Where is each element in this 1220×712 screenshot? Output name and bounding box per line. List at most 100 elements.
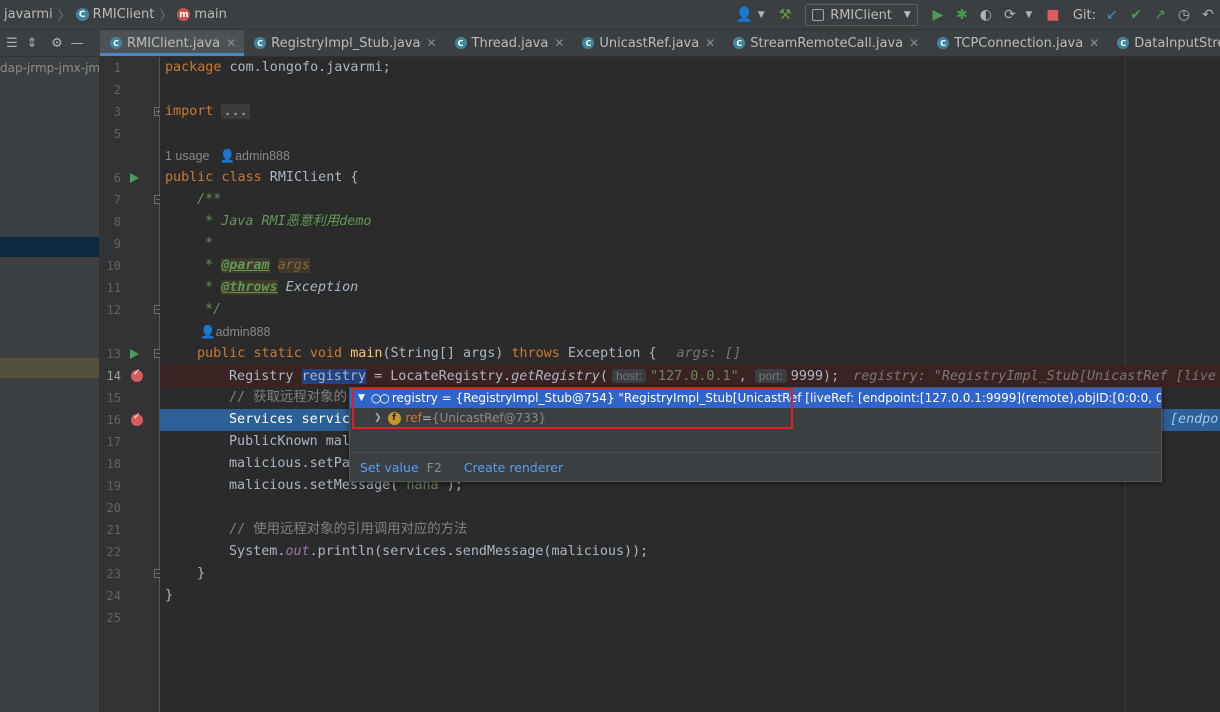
expand-all-icon[interactable]: ☰ [3,32,21,54]
close-icon[interactable]: ✕ [909,36,919,50]
doc-prefix: * [197,258,222,273]
tab-registryimpl-stub[interactable]: C RegistryImpl_Stub.java ✕ [244,30,444,56]
line-number: 12 [106,303,121,317]
chevron-down-icon[interactable]: ▼ [1018,4,1040,26]
git-update-icon[interactable]: ↙ [1101,4,1123,26]
build-hammer-icon[interactable]: ⚒ [774,4,796,26]
class-icon: C [582,37,595,49]
package-name: com.longofo.javarmi; [221,60,391,75]
set-value-link[interactable]: Set value [360,460,419,475]
folded-imports[interactable]: ... [221,104,250,119]
close-icon[interactable]: ✕ [554,36,564,50]
class-icon: C [937,37,950,49]
author-name: admin888 [235,149,290,163]
close-icon[interactable]: ✕ [1089,36,1099,50]
project-tree-item[interactable]: dap-jrmp-jmx-jms [0,61,99,75]
history-clock-icon[interactable]: ◷ [1173,4,1195,26]
tab-unicastref[interactable]: C UnicastRef.java ✕ [572,30,723,56]
code-line-22: System.out.println(services.sendMessage(… [229,541,648,563]
author-icon: 👤 [219,149,236,163]
create-renderer-link[interactable]: Create renderer [464,460,563,475]
keyword: public [197,346,246,361]
tab-rmiclient[interactable]: C RMIClient.java ✕ [100,30,245,56]
gear-icon[interactable]: ⚙ [48,32,66,54]
git-push-icon[interactable]: ↗ [1149,4,1171,26]
tab-tcpconnection[interactable]: C TCPConnection.java ✕ [927,30,1107,56]
tab-thread[interactable]: C Thread.java ✕ [445,30,573,56]
keyword: import [165,104,214,119]
static-method-call: getRegistry [511,369,600,384]
keyword: throws [511,346,560,361]
class-icon: C [75,8,89,21]
collapse-all-icon[interactable]: ⇕ [23,32,41,54]
comma: , [738,369,755,384]
doc-exception: Exception [277,280,359,295]
code-line-14: Registry registry = LocateRegistry.getRe… [229,365,1216,387]
minimize-icon[interactable]: — [68,32,86,54]
close-icon[interactable]: ✕ [705,36,715,50]
git-label: Git: [1072,7,1096,23]
keyword: package [165,60,222,75]
keyword: void [309,346,343,361]
tab-streamremotecall[interactable]: C StreamRemoteCall.java ✕ [723,30,927,56]
close-icon[interactable]: ✕ [426,36,436,50]
line-number: 18 [106,457,121,471]
breadcrumb-item-package[interactable]: javarmi [4,7,53,22]
git-commit-check-icon[interactable]: ✔ [1125,4,1147,26]
method-name: main [350,346,383,361]
code-line-21: // 使用远程对象的引用调用对应的方法 [229,522,468,537]
run-configuration-select[interactable]: RMIClient ▼ [805,4,918,26]
line-number: 25 [106,611,121,625]
line-number-current: 14 [106,369,121,383]
stop-icon[interactable]: ■ [1042,4,1064,26]
coverage-icon[interactable]: ◐ [975,4,997,26]
line-number: 3 [113,105,121,119]
tab-label: Thread.java [471,35,549,51]
type-name: Registry [229,369,302,384]
chevron-down-icon[interactable]: ▼ [750,4,772,26]
close-icon[interactable]: ✕ [226,36,236,50]
string-literal: "127.0.0.1" [649,369,739,384]
usage-hint[interactable]: 1 usage 👤admin888 [165,145,290,167]
line-number: 1 [113,61,121,75]
exception-type: Exception { [559,346,657,361]
breadcrumb-item-class[interactable]: RMIClient [93,7,155,22]
breakpoint-icon[interactable] [131,412,143,426]
code-line-8: * Java RMI恶意利用demo [197,214,372,229]
navigation-bar: javarmi 〉 C RMIClient 〉 m main 👤 ▼ ⚒ RMI… [0,0,1220,30]
tab-label: RMIClient.java [127,35,221,51]
debug-bug-icon[interactable]: ✱ [951,4,973,26]
code-line-12: */ [197,302,222,317]
run-gutter-icon[interactable] [130,349,139,359]
breadcrumb-item-method[interactable]: main [194,7,226,22]
code-line-10: * @param args [197,255,310,277]
code-line-9: * [197,236,214,251]
line-number: 19 [106,479,121,493]
code-line-6: public class RMIClient { [165,167,359,189]
code-text: .println(services.sendMessage(malicious)… [309,544,649,559]
popup-actions: Set value F2 Create renderer [360,460,563,475]
run-icon[interactable]: ▶ [927,4,949,26]
code-line-24: } [165,588,174,603]
breakpoint-icon[interactable] [131,368,143,382]
line-number: 22 [106,545,121,559]
line-number: 15 [106,391,121,405]
tab-label: DataInputStream.java [1134,35,1220,51]
code-line-18: malicious.setPa [229,456,350,471]
project-panel: dap-jrmp-jmx-jms [0,57,100,712]
line-number: 11 [106,281,121,295]
author-hint[interactable]: 👤admin888 [200,321,270,343]
project-toolwindow-header: ☰ ⇕ ⚙ — [0,30,100,57]
rollback-icon[interactable]: ↶ [1197,4,1219,26]
tab-datainputstream[interactable]: C DataInputStream.java ✕ [1107,30,1220,56]
code-line-1: package com.longofo.javarmi; [165,57,391,79]
run-gutter-icon[interactable] [130,173,139,183]
project-tree-highlight-row[interactable] [0,358,99,378]
code-editor[interactable]: package com.longofo.javarmi; import ... … [160,57,1220,712]
line-number: 9 [113,237,121,251]
selected-variable[interactable]: registry [301,369,367,384]
project-tree-selected-row[interactable] [0,237,99,257]
